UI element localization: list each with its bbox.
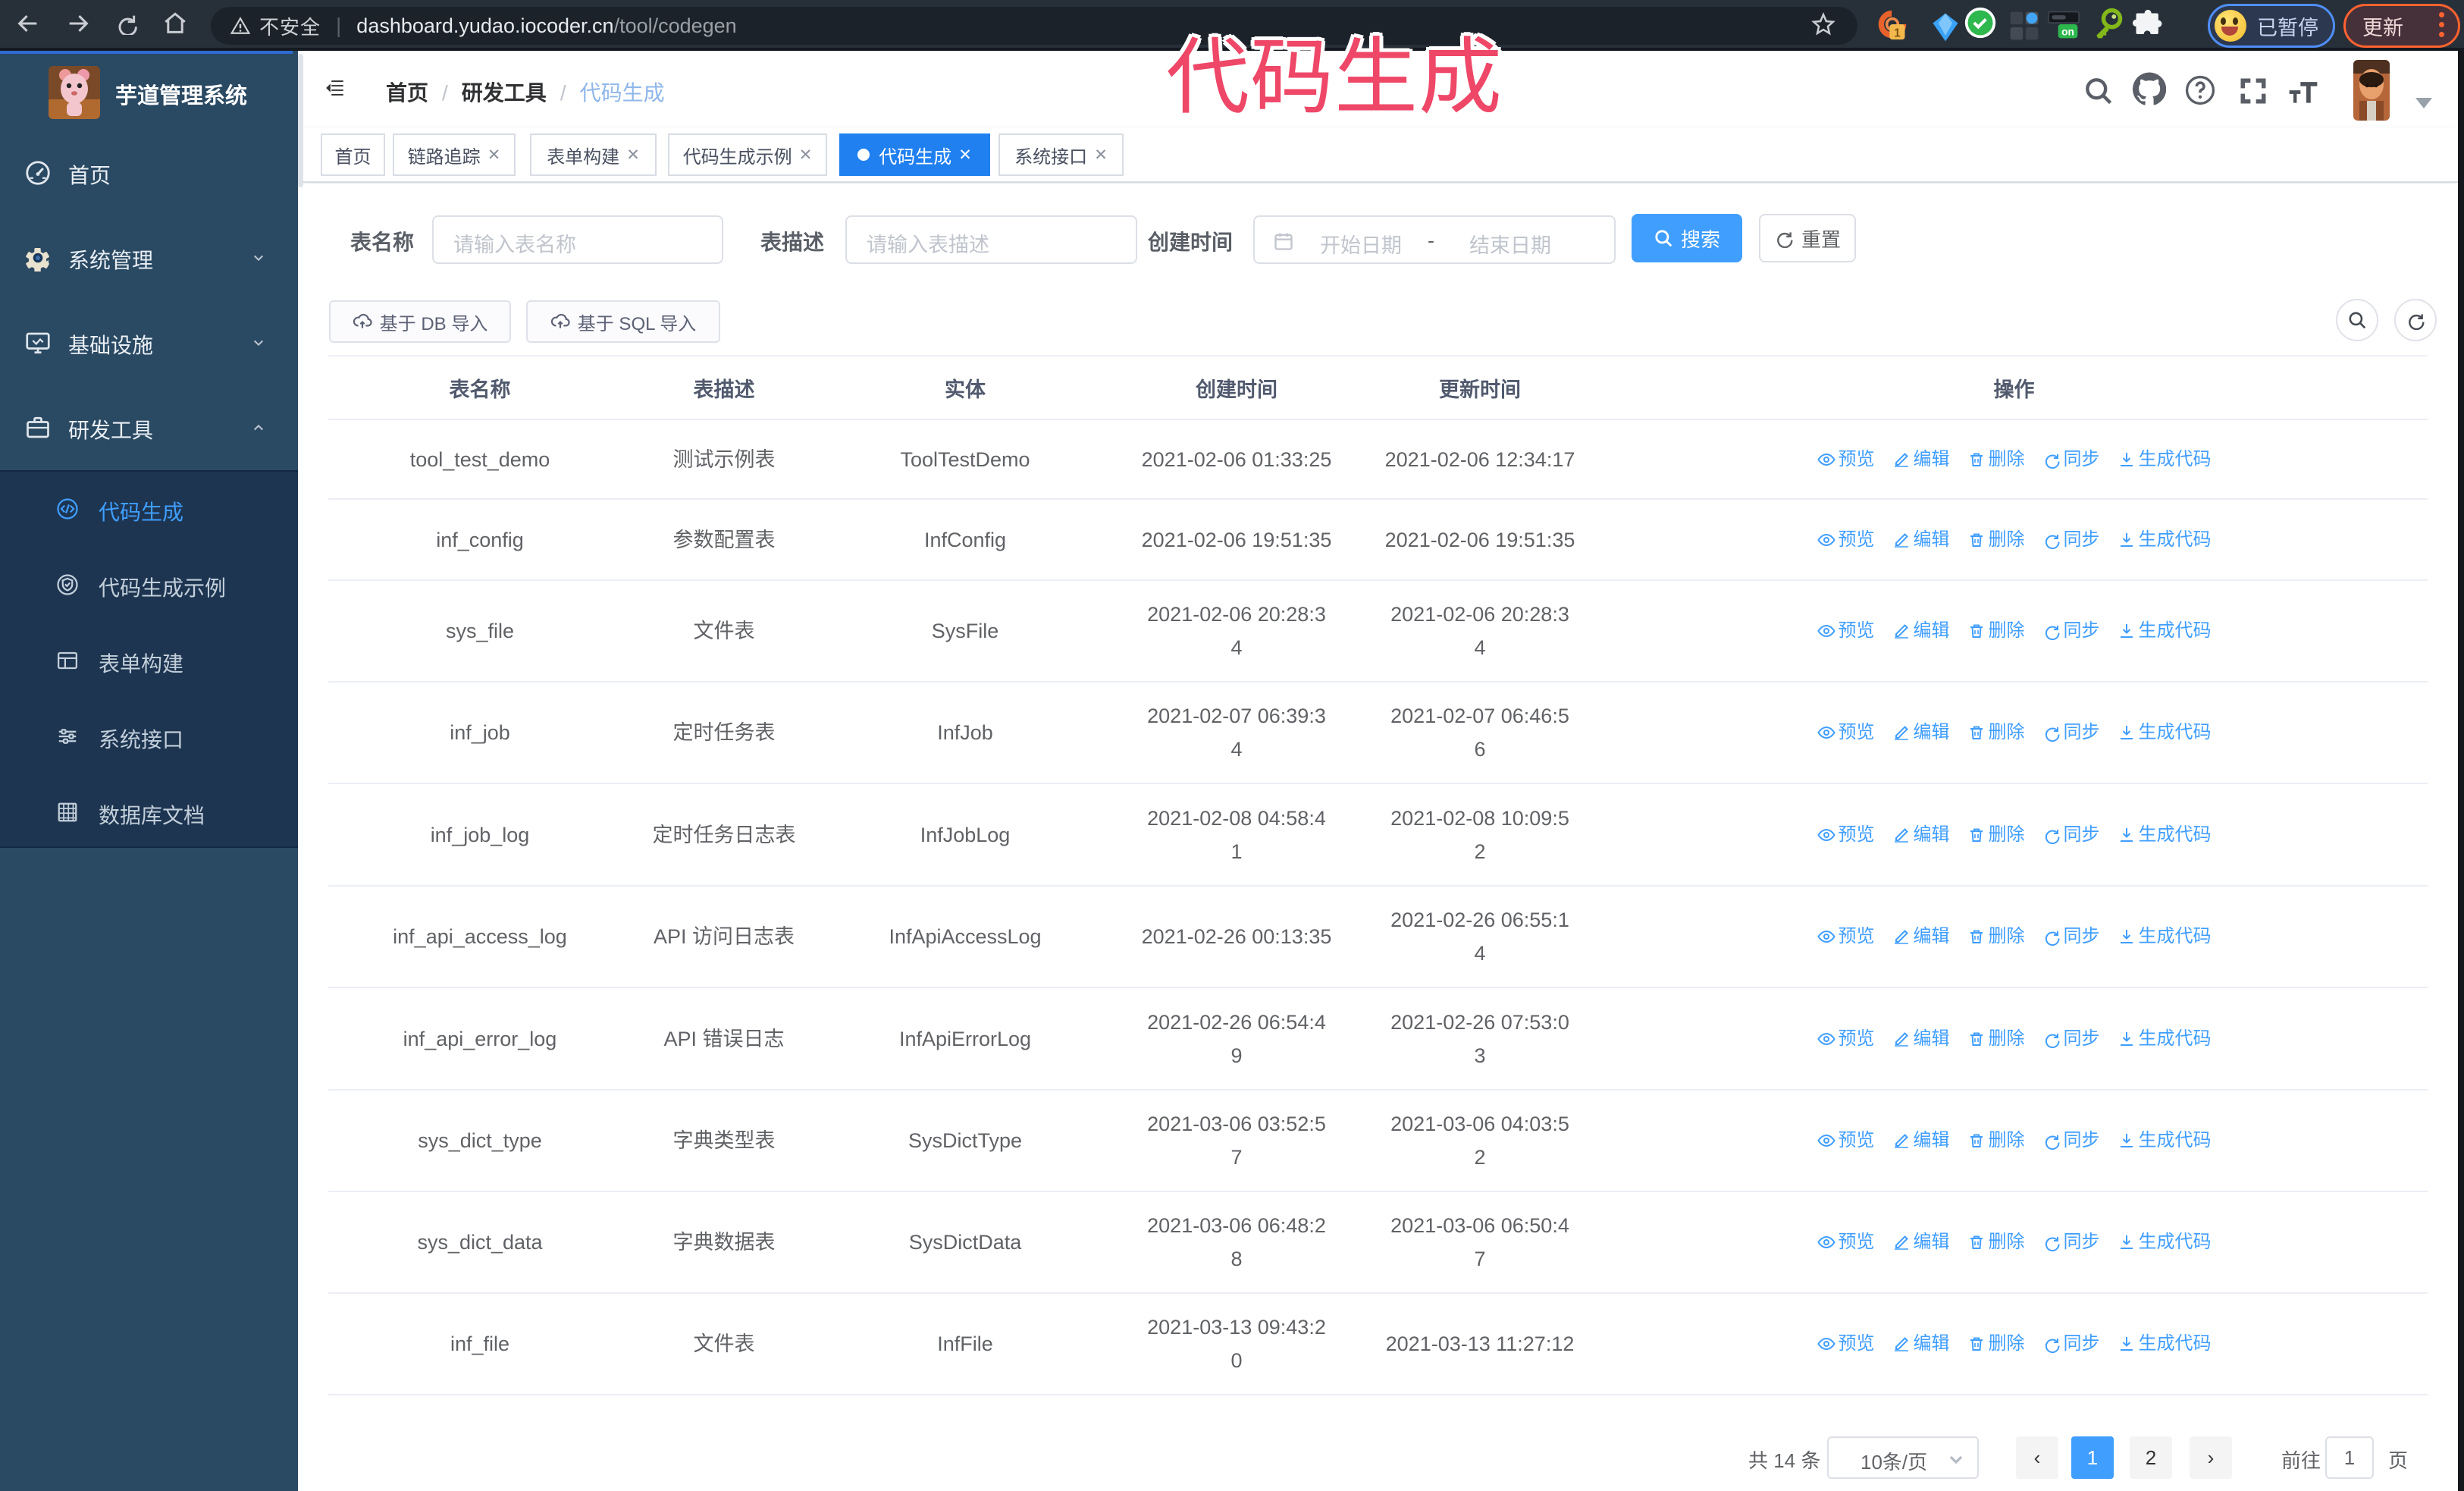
svg-text:on: on xyxy=(2061,27,2074,38)
svg-text:1: 1 xyxy=(1894,27,1901,40)
